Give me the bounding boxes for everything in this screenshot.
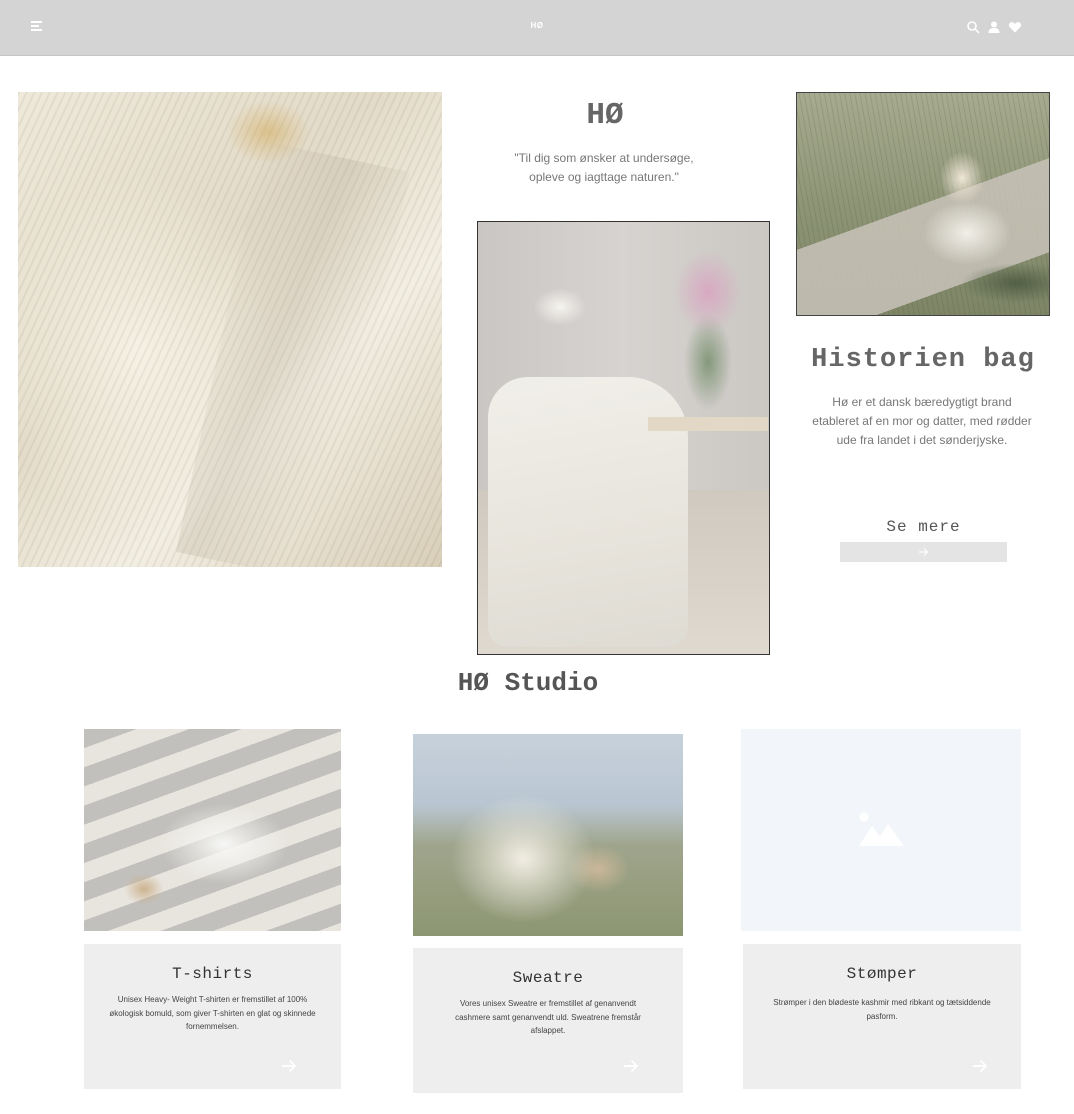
card-description: Strømper i den blødeste kashmir med ribk…	[773, 998, 991, 1021]
arrow-right-icon	[919, 548, 929, 556]
card-description: Unisex Heavy- Weight T-shirten er fremst…	[109, 995, 316, 1031]
image-placeholder[interactable]	[741, 729, 1021, 931]
search-icon[interactable]	[966, 20, 980, 34]
card-title: Sweatre	[512, 969, 584, 987]
heart-icon[interactable]	[1008, 20, 1022, 34]
card-title: T-shirts	[172, 965, 253, 983]
menu-icon[interactable]	[31, 21, 43, 31]
dunes-photo	[796, 92, 1050, 316]
tshirt-photo[interactable]	[84, 729, 341, 931]
user-icon[interactable]	[987, 20, 1001, 34]
story-text: Hø er et dansk bæredygtigt brand etabler…	[812, 395, 1032, 447]
product-card-stomper[interactable]: Stømper Strømper i den blødeste kashmir …	[743, 944, 1021, 1089]
product-card-tshirts[interactable]: T-shirts Unisex Heavy- Weight T-shirten …	[84, 944, 341, 1089]
interior-lamp-photo	[477, 221, 770, 655]
brand-quote: "Til dig som ønsker at undersøge, opleve…	[514, 151, 694, 184]
card-description: Vores unisex Sweatre er fremstillet af g…	[455, 999, 641, 1035]
card-title: Stømper	[846, 965, 918, 983]
arrow-right-icon[interactable]	[281, 1059, 297, 1073]
see-more-button[interactable]	[840, 542, 1007, 562]
see-more-label[interactable]: Se mere	[840, 518, 1007, 536]
hero-sweater-photo	[18, 92, 442, 567]
sweatre-photo[interactable]	[413, 734, 683, 936]
story-title: Historien bag	[811, 345, 1035, 375]
arrow-right-icon[interactable]	[972, 1059, 988, 1073]
brand-title: HØ	[586, 98, 624, 133]
studio-title: HØ Studio	[457, 668, 599, 698]
header-logo[interactable]: HØ	[527, 21, 547, 30]
arrow-right-icon[interactable]	[623, 1059, 639, 1073]
product-card-sweatre[interactable]: Sweatre Vores unisex Sweatre er fremstil…	[413, 948, 683, 1093]
site-header: HØ	[0, 0, 1074, 56]
image-placeholder-icon	[859, 812, 904, 846]
